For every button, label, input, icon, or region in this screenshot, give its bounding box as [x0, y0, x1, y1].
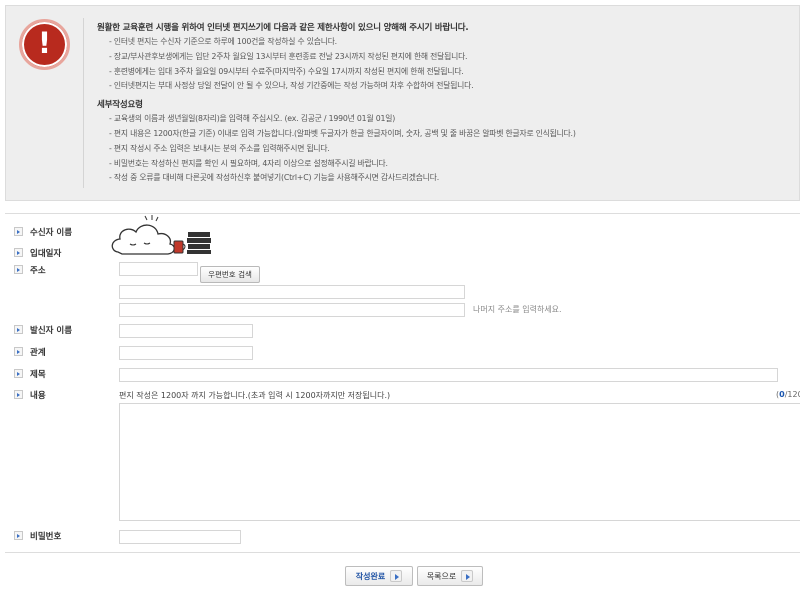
bullet-arrow-icon: [14, 227, 23, 236]
password-label: 비밀번호: [14, 531, 61, 543]
notice-item: 훈련병에게는 입대 3주차 월요일 09시부터 수료주(마지막주) 수요일 17…: [109, 65, 797, 80]
notice-item: 인터넷편지는 부대 사정상 당일 전달이 안 될 수 있으나, 작성 기간중에는…: [109, 79, 797, 94]
arrow-right-icon: [390, 570, 403, 582]
content-label: 내용: [14, 390, 46, 402]
password-field[interactable]: [119, 530, 241, 550]
notice-item: 인터넷 편지는 수신자 기준으로 하루에 100건을 작성하실 수 있습니다.: [109, 35, 797, 50]
form-bottom-divider: [5, 552, 800, 553]
relation-label: 관계: [14, 347, 46, 359]
notice-item: 장교/부사관후보생에게는 입단 2주차 월요일 13시부터 훈련종료 전날 23…: [109, 50, 797, 65]
exclamation-icon: !: [19, 19, 70, 70]
notice-subheading: 세부작성요령: [97, 100, 143, 111]
subject-input[interactable]: [120, 375, 777, 388]
notice-sub-item: 비밀번호는 작성하신 편지를 확인 시 필요하며, 4자리 이상으로 설정해주시…: [109, 157, 797, 172]
zipcode-search-button[interactable]: 우편번호 검색: [200, 266, 260, 283]
notice-sub-list: 교육생의 이름과 생년월일(8자리)을 입력해 주십시오. (ex. 김공군 /…: [109, 112, 797, 186]
notice-divider: [83, 18, 84, 188]
bullet-arrow-icon: [14, 265, 23, 274]
notice-list: 인터넷 편지는 수신자 기준으로 하루에 100건을 작성하실 수 있습니다. …: [109, 35, 797, 94]
bullet-arrow-icon: [14, 390, 23, 399]
notice-panel: ! 원활한 교육훈련 시행을 위하여 인터넷 편지쓰기에 다음과 같은 제한사항…: [5, 5, 800, 201]
address-line2-field[interactable]: [119, 303, 465, 323]
bullet-arrow-icon: [14, 248, 23, 257]
sleeping-cloud-illustration: [108, 214, 216, 260]
bullet-arrow-icon: [14, 531, 23, 540]
content-hint: 편지 작성은 1200자 까지 가능합니다.(초과 입력 시 1200자까지만 …: [119, 391, 391, 400]
list-button[interactable]: 목록으로: [417, 566, 483, 586]
subject-label: 제목: [14, 369, 46, 381]
zipcode-input[interactable]: [120, 269, 197, 282]
address-hint: 나머지 주소를 입력하세요.: [473, 305, 562, 314]
bullet-arrow-icon: [14, 369, 23, 378]
sender-name-label: 발신자 이름: [14, 325, 72, 337]
list-button-label: 목록으로: [426, 571, 457, 581]
relation-input[interactable]: [120, 353, 252, 366]
zipcode-field[interactable]: [119, 262, 198, 282]
notice-sub-item: 교육생의 이름과 생년월일(8자리)을 입력해 주십시오. (ex. 김공군 /…: [109, 112, 797, 127]
char-counter: (0/1200: [776, 390, 800, 399]
address-line2-input[interactable]: [120, 310, 464, 323]
notice-sub-item: 작성 중 오류를 대비해 다른곳에 작성하신후 붙여넣기(Ctrl+C) 기능을…: [109, 171, 797, 186]
password-input[interactable]: [120, 537, 240, 550]
notice-sub-item: 편지 작성시 주소 입력은 보내시는 분의 주소를 입력해주시면 됩니다.: [109, 142, 797, 157]
submit-button-label: 작성완료: [355, 571, 386, 581]
bullet-arrow-icon: [14, 325, 23, 334]
arrow-right-icon: [461, 570, 474, 582]
address-label: 주소: [14, 265, 46, 277]
bullet-arrow-icon: [14, 347, 23, 356]
content-textarea-box[interactable]: [119, 403, 800, 521]
notice-sub-item: 편지 내용은 1200자(한글 기준) 이내로 입력 가능합니다.(알파벳 두글…: [109, 127, 797, 142]
notice-heading: 원활한 교육훈련 시행을 위하여 인터넷 편지쓰기에 다음과 같은 제한사항이 …: [97, 23, 469, 33]
enlistment-date-label: 입대일자: [14, 248, 61, 260]
sender-name-field[interactable]: [119, 324, 253, 344]
char-limit: /1200: [784, 390, 800, 399]
sender-name-input[interactable]: [120, 331, 252, 344]
subject-field[interactable]: [119, 368, 778, 388]
recipient-name-label: 수신자 이름: [14, 227, 72, 239]
address-line1-field[interactable]: [119, 285, 465, 305]
submit-button[interactable]: 작성완료: [345, 566, 413, 586]
notice-content: 원활한 교육훈련 시행을 위하여 인터넷 편지쓰기에 다음과 같은 제한사항이 …: [97, 21, 797, 186]
relation-field[interactable]: [119, 346, 253, 366]
content-textarea[interactable]: [120, 404, 800, 520]
